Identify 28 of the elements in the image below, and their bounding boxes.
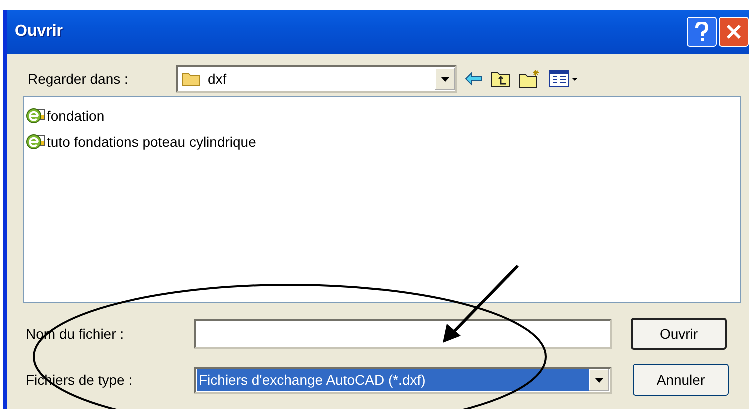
caret-icon (594, 378, 604, 382)
open-button[interactable]: Ouvrir (631, 318, 727, 350)
folder-icon (182, 71, 202, 87)
dropdown-button[interactable] (435, 68, 455, 90)
file-type-dropdown[interactable]: Fichiers d'exchange AutoCAD (*.dxf) (194, 366, 612, 394)
back-arrow-icon[interactable] (465, 72, 483, 86)
look-in-label: Regarder dans : (28, 70, 130, 89)
dropdown-button[interactable] (589, 369, 609, 391)
caret-icon (440, 76, 450, 82)
close-button[interactable] (719, 17, 749, 47)
cancel-button[interactable]: Annuler (633, 364, 729, 396)
file-icon (26, 107, 46, 125)
close-icon (726, 24, 742, 40)
file-type-value: Fichiers d'exchange AutoCAD (*.dxf) (197, 369, 589, 391)
view-menu-icon[interactable] (549, 70, 579, 88)
file-name: fondation (47, 107, 105, 126)
help-icon (694, 22, 710, 42)
look-in-value: dxf (208, 70, 227, 88)
file-name-field[interactable] (194, 319, 612, 349)
window-title: Ouvrir (15, 22, 64, 42)
help-button[interactable] (687, 17, 717, 47)
file-item[interactable]: tuto fondations poteau cylindrique (26, 129, 738, 155)
file-name: tuto fondations poteau cylindrique (47, 133, 256, 152)
new-folder-icon[interactable] (519, 69, 541, 89)
look-in-dropdown[interactable]: dxf (176, 65, 457, 93)
file-icon (26, 133, 46, 151)
file-item[interactable]: fondation (26, 103, 738, 129)
up-folder-icon[interactable] (491, 70, 511, 88)
